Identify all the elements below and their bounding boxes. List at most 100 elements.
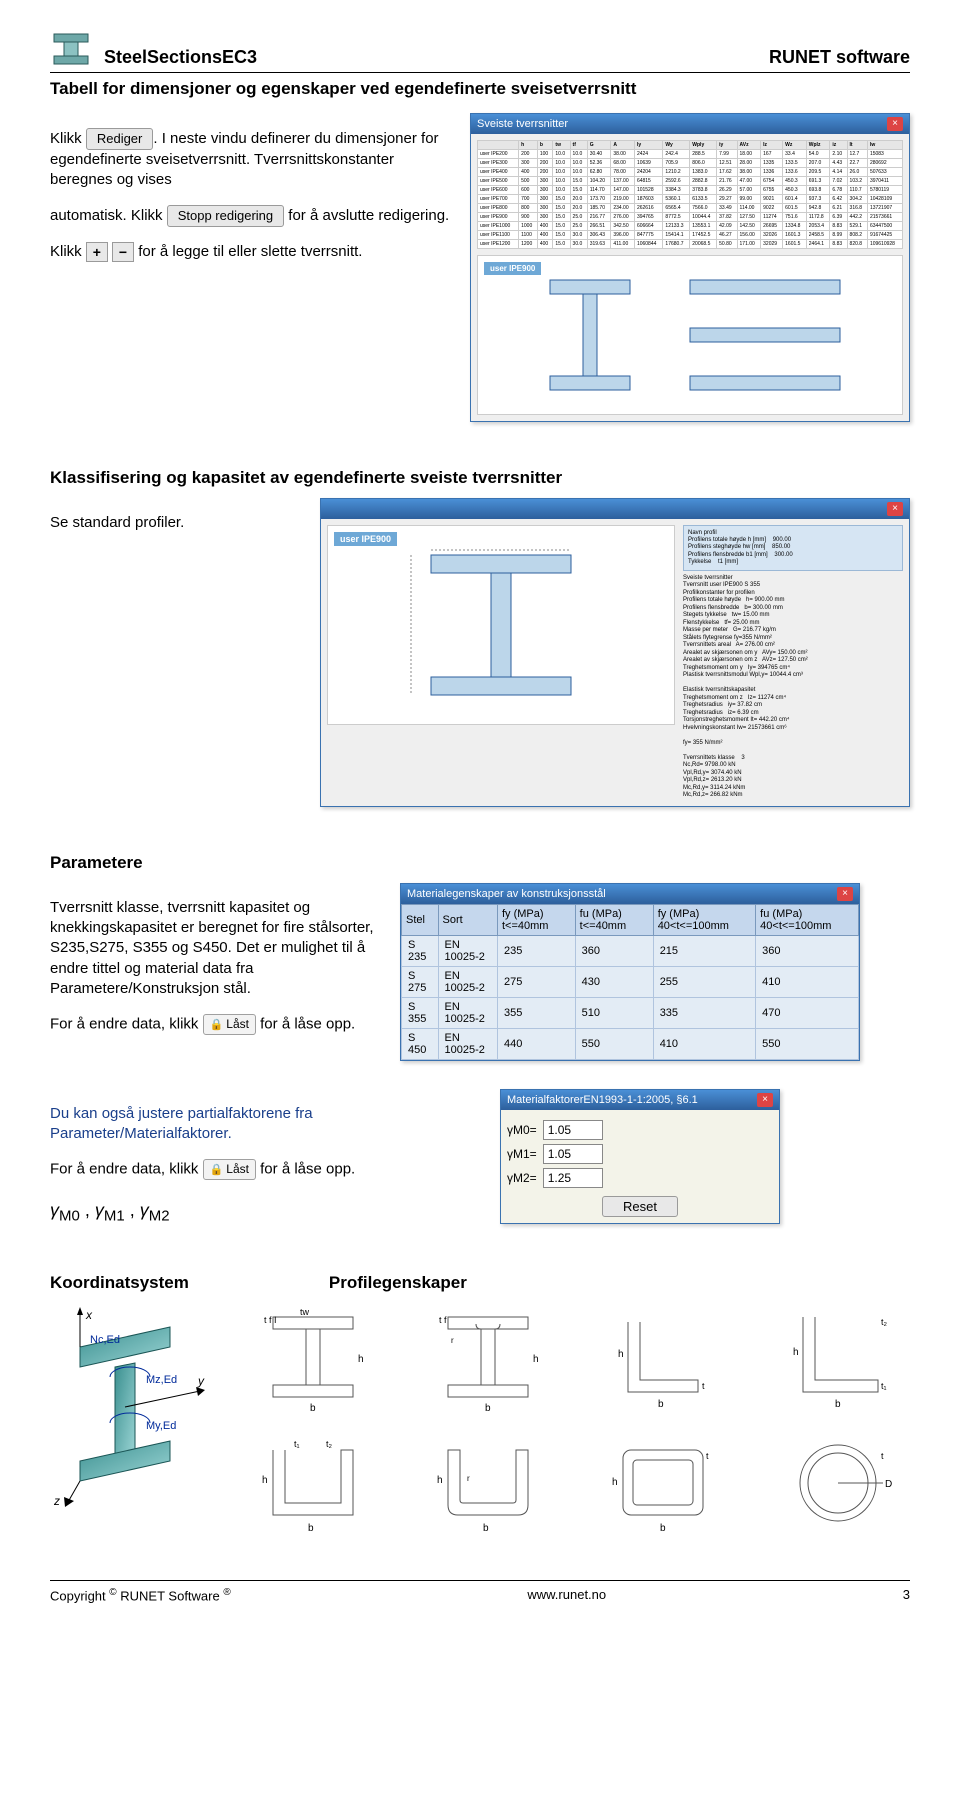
close-icon: × [757,1093,773,1107]
para-2: automatisk. Klikk Stopp redigering for å… [50,205,450,227]
rediger-button-image: Rediger [86,128,154,150]
svg-text:h: h [618,1349,624,1360]
svg-text:z: z [53,1494,60,1507]
svg-text:h: h [262,1475,268,1486]
lock-icon: 🔒 [210,1164,224,1176]
hollow-rect-icon: h b t [608,1435,718,1540]
table-row: S 355EN 10025-2355510335470 [402,997,859,1028]
svg-text:r: r [467,1474,470,1483]
stopp-redigering-button-image: Stopp redigering [167,205,284,227]
svg-text:h: h [358,1354,364,1365]
window-profile-detail: × user IPE900 [320,498,910,807]
para-1: Klikk Rediger. I neste vindu definerer d… [50,128,450,190]
svg-text:r: r [451,1336,454,1345]
svg-text:Nc,Ed: Nc,Ed [90,1334,120,1346]
table-row: S 235EN 10025-2235360215360 [402,935,859,966]
u-channel-icon: h b t₁ t₂ [258,1435,368,1540]
svg-text:tw: tw [300,1307,310,1317]
svg-text:My,Ed: My,Ed [146,1420,176,1432]
svg-text:b: b [658,1399,664,1410]
laast-button-image-2: 🔒Låst [203,1159,256,1180]
remove-icon: − [112,242,134,262]
heading-koordinat: Koordinatsystem [50,1273,189,1293]
factor-row: γM2=1.25 [507,1168,773,1188]
param-para-2: For å endre data, klikk 🔒Låst for å låse… [50,1014,380,1035]
equal-angle-icon: h b t [608,1307,718,1417]
factor-value[interactable]: 1.25 [543,1168,603,1188]
svg-text:t f I: t f I [264,1315,277,1325]
svg-text:t₁: t₁ [881,1381,887,1391]
footer-left: Copyright © RUNET Software ® [50,1587,231,1603]
svg-text:h: h [793,1347,799,1358]
factor-value[interactable]: 1.05 [543,1144,603,1164]
hollow-circle-icon: t D [783,1435,893,1540]
profile-figures-row: x y z Nc,Ed Mz,Ed My,Ed t f I [50,1307,910,1540]
page-subheading: Tabell for dimensjoner og egenskaper ved… [50,79,910,99]
param-para-1: Tverrsnitt klasse, tverrsnitt kapasitet … [50,898,380,999]
window-material-factors: MaterialfaktorerEN1993-1-1:2005, §6.1 × … [500,1089,780,1224]
svg-text:t₂: t₂ [881,1317,888,1327]
table-row: S 275EN 10025-2275430255410 [402,966,859,997]
material-table: StelSortfy (MPa) t<=40mmfu (MPa) t<=40mm… [401,904,859,1060]
profile-data-panel: Navn profil Profilens totale høyde h [mm… [683,525,903,800]
window-sveiste-tverrsnitter: Sveiste tverrsnitter × hbtwtfGAIyWyWplyi… [470,113,910,422]
svg-text:h: h [612,1477,618,1488]
heading-profil: Profilegenskaper [329,1273,467,1293]
window-title: MaterialfaktorerEN1993-1-1:2005, §6.1 [507,1094,698,1106]
svg-text:x: x [85,1308,93,1322]
window-material-properties: Materialegenskaper av konstruksjonsstål … [400,883,860,1061]
lock-icon: 🔒 [210,1019,224,1031]
svg-text:b: b [835,1399,841,1410]
window-title: Materialegenskaper av konstruksjonsstål [407,888,606,900]
svg-text:b: b [485,1403,491,1414]
svg-text:t₂: t₂ [326,1439,333,1449]
table-row: S 450EN 10025-2440550410550 [402,1028,859,1059]
unequal-angle-icon: h b t₂ t₁ [783,1307,893,1417]
i-section-icon: t f I tw h b [258,1307,368,1417]
coordinate-system-figure: x y z Nc,Ed Mz,Ed My,Ed [50,1307,220,1507]
factor-value[interactable]: 1.05 [543,1120,603,1140]
product-title: SteelSectionsEC3 [104,47,759,68]
svg-text:y: y [197,1374,205,1388]
factor-row: γM0=1.05 [507,1120,773,1140]
page-header: SteelSectionsEC3 RUNET software [50,30,910,73]
svg-text:D: D [885,1479,892,1490]
svg-text:t f: t f [439,1315,447,1325]
factor-row: γM1=1.05 [507,1144,773,1164]
svg-text:h: h [437,1475,443,1486]
svg-text:t: t [706,1451,709,1461]
footer-url: www.runet.no [527,1587,606,1603]
svg-text:t₁: t₁ [294,1439,300,1449]
section-dimensions: Klikk Rediger. I neste vindu definerer d… [50,113,910,422]
close-icon: × [887,117,903,131]
laast-button-image: 🔒Låst [203,1014,256,1035]
see-standard-profiles: Se standard profiler. [50,513,300,533]
window-title: Sveiste tverrsnitter [477,118,568,130]
svg-text:Mz,Ed: Mz,Ed [146,1374,177,1386]
svg-text:b: b [308,1523,314,1534]
i-rolled-section-icon: t f r h b [433,1307,543,1417]
svg-text:h: h [533,1354,539,1365]
page-footer: Copyright © RUNET Software ® www.runet.n… [50,1580,910,1603]
svg-text:t: t [702,1381,705,1391]
company-name: RUNET software [769,47,910,68]
reset-button[interactable]: Reset [602,1196,678,1217]
svg-text:b: b [660,1523,666,1534]
dimensions-table: hbtwtfGAIyWyWplyiyAVzIzWzWplzizItIw user… [477,140,903,249]
u-channel-rounded-icon: h b r [433,1435,543,1540]
logo-icon [50,30,94,68]
profile-preview-figure: user IPE900 b [477,255,903,415]
close-icon: × [837,887,853,901]
partial-para-2: For å endre data, klikk 🔒Låst for å låse… [50,1159,480,1180]
add-icon: + [86,242,108,262]
para-3: Klikk + − for å legge til eller slette t… [50,242,450,262]
heading-parametere: Parametere [50,853,910,873]
partial-para-1: Du kan også justere partialfaktorene fra… [50,1104,480,1145]
svg-text:b: b [483,1523,489,1534]
close-icon: × [887,502,903,516]
svg-text:b: b [310,1403,316,1414]
footer-page: 3 [903,1587,910,1603]
gamma-symbols: γM0 , γM1 , γM2 [50,1198,480,1227]
heading-klassifisering: Klassifisering og kapasitet av egendefin… [50,468,910,488]
svg-text:t: t [881,1451,884,1461]
